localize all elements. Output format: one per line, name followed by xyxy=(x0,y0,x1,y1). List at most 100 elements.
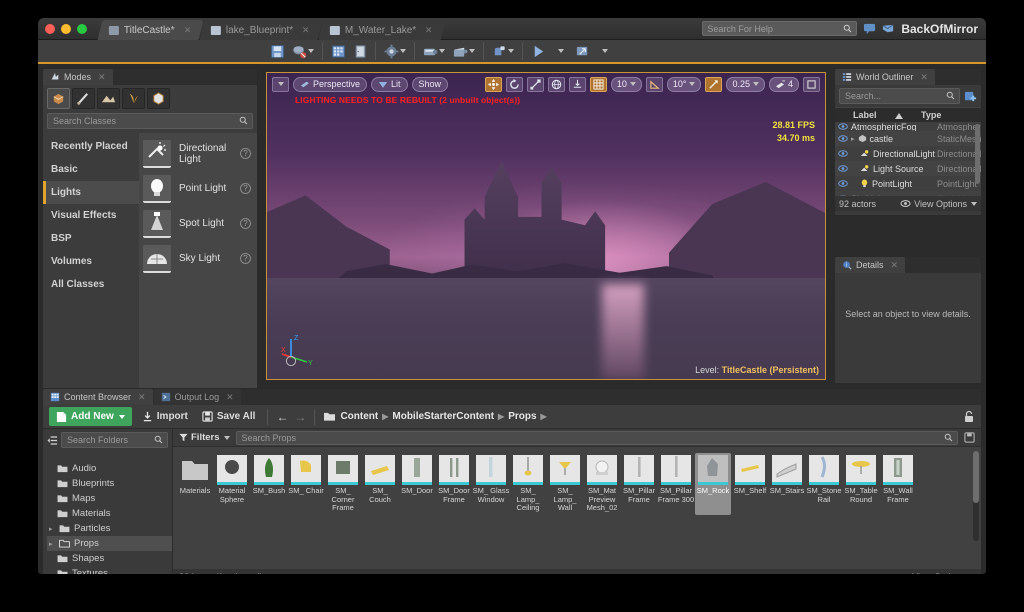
window-controls[interactable] xyxy=(45,24,87,34)
table-row[interactable]: AtmosphericFog AtmosphericFog xyxy=(835,122,981,131)
category-basic[interactable]: Basic xyxy=(43,158,139,181)
tab-modes[interactable]: Modes ✕ xyxy=(43,69,113,85)
minimize-window-button[interactable] xyxy=(61,24,71,34)
help-icon[interactable]: ? xyxy=(240,183,251,194)
asset-item-sm-pillar-frame-300[interactable]: SM_Pillar Frame 300 xyxy=(658,453,694,515)
viewport-render-area[interactable]: Perspective Lit Show 10 10° 0.25 4 LIGHT… xyxy=(266,72,826,380)
expand-arrow-icon[interactable]: ▸ xyxy=(851,135,855,143)
tree-item-shapes[interactable]: Shapes xyxy=(47,551,172,566)
outliner-view-options[interactable]: View Options xyxy=(900,199,977,209)
asset-item-sm-stone-rail[interactable]: SM_Stone Rail xyxy=(806,453,842,515)
grid-snap-toggle[interactable] xyxy=(589,76,607,92)
tree-item-maps[interactable]: Maps xyxy=(47,491,172,506)
search-folders-input[interactable]: Search Folders xyxy=(61,432,168,448)
asset-item-sm-door[interactable]: SM_Door xyxy=(399,453,435,515)
surface-snap-toggle[interactable] xyxy=(568,76,586,92)
column-header-type[interactable]: Type xyxy=(921,110,981,120)
expand-arrow-icon[interactable]: ▸ xyxy=(49,525,55,533)
save-search-icon[interactable] xyxy=(964,432,975,443)
camera-speed-value[interactable]: 4 xyxy=(768,76,799,92)
asset-scrollbar[interactable] xyxy=(973,451,979,541)
build-button[interactable] xyxy=(488,40,518,62)
lock-icon[interactable] xyxy=(963,410,975,423)
content-button[interactable] xyxy=(327,40,349,62)
viewport-options-menu[interactable] xyxy=(272,76,289,92)
paint-mode-button[interactable] xyxy=(72,87,95,109)
cinematics-button[interactable] xyxy=(449,40,479,62)
placeable-point-light[interactable]: Point Light ? xyxy=(139,171,257,206)
asset-item-sm-shelf[interactable]: SM_Shelf xyxy=(732,453,768,515)
maximize-viewport-button[interactable] xyxy=(803,76,820,92)
play-options-dropdown[interactable] xyxy=(549,40,571,62)
window-tab-m-water-lake[interactable]: M_Water_Lake* ✕ xyxy=(318,20,446,40)
close-icon[interactable]: ✕ xyxy=(920,72,928,83)
asset-item-sm-glass-window[interactable]: SM_ Glass Window xyxy=(473,453,509,515)
add-actor-icon[interactable] xyxy=(964,90,977,103)
play-button[interactable] xyxy=(527,40,549,62)
expand-arrow-icon[interactable]: ▸ xyxy=(49,540,55,548)
import-button[interactable]: Import xyxy=(138,411,192,422)
search-classes-input[interactable]: Search Classes xyxy=(47,113,253,129)
visibility-icon[interactable] xyxy=(835,194,851,196)
rotation-snap-value[interactable]: 10° xyxy=(666,76,702,92)
tree-item-audio[interactable]: Audio xyxy=(47,461,172,476)
asset-item-sm-lamp-ceiling[interactable]: SM_ Lamp_ Ceiling xyxy=(510,453,546,515)
chevron-down-icon[interactable] xyxy=(439,49,445,53)
close-window-button[interactable] xyxy=(45,24,55,34)
category-all-classes[interactable]: All Classes xyxy=(43,273,139,296)
table-row[interactable]: ▸ castle StaticMesh xyxy=(835,131,981,146)
view-mode-selector[interactable]: Perspective xyxy=(293,76,368,92)
visibility-icon[interactable] xyxy=(835,122,851,131)
asset-item-sm-wall-frame[interactable]: SM_Wall Frame xyxy=(880,453,916,515)
coordinate-space-toggle[interactable] xyxy=(547,76,565,92)
filters-button[interactable]: Filters xyxy=(179,432,230,443)
tree-item-blueprints[interactable]: Blueprints xyxy=(47,476,172,491)
select-translate-tool[interactable] xyxy=(484,76,502,92)
outliner-scrollbar[interactable] xyxy=(975,124,980,184)
asset-item-material-sphere[interactable]: Material Sphere xyxy=(214,453,250,515)
close-icon[interactable]: ✕ xyxy=(138,392,146,403)
settings-button[interactable] xyxy=(380,40,410,62)
tree-item-particles[interactable]: ▸ Particles xyxy=(47,521,172,536)
asset-item-sm-stairs[interactable]: SM_Stairs xyxy=(769,453,805,515)
collapse-tree-icon[interactable] xyxy=(47,435,58,446)
asset-item-sm-mat-preview-mesh-02[interactable]: SM_Mat Preview Mesh_02 xyxy=(584,453,620,515)
visibility-icon[interactable] xyxy=(835,164,851,174)
category-bsp[interactable]: BSP xyxy=(43,227,139,250)
geometry-mode-button[interactable] xyxy=(147,87,170,109)
user-name-label[interactable]: BackOfMirror xyxy=(901,22,978,36)
placeable-sky-light[interactable]: Sky Light ? xyxy=(139,241,257,276)
category-recently-placed[interactable]: Recently Placed xyxy=(43,135,139,158)
close-icon[interactable]: ✕ xyxy=(303,25,311,36)
help-icon[interactable]: ? xyxy=(240,148,251,159)
tab-details[interactable]: i Details ✕ xyxy=(835,257,906,273)
chevron-down-icon[interactable] xyxy=(557,49,564,53)
place-mode-button[interactable] xyxy=(47,87,70,109)
visibility-icon[interactable] xyxy=(835,179,851,189)
window-tab-lake-blueprint[interactable]: lake_Blueprint* ✕ xyxy=(199,20,323,40)
folder-tree[interactable]: Audio Blueprints Maps Materials ▸ Partic… xyxy=(43,451,172,574)
outliner-rows[interactable]: AtmosphericFog AtmosphericFog ▸ castle S… xyxy=(835,122,981,196)
column-header-label[interactable]: Label xyxy=(835,110,921,120)
breadcrumb-content[interactable]: Content xyxy=(340,411,378,422)
asset-item-sm-rock[interactable]: SM_Rock xyxy=(695,453,731,515)
foliage-mode-button[interactable] xyxy=(122,87,145,109)
tree-item-props[interactable]: ▸ Props xyxy=(47,536,172,551)
chevron-down-icon[interactable] xyxy=(308,49,314,53)
help-icon[interactable]: ? xyxy=(240,218,251,229)
category-lights[interactable]: Lights xyxy=(43,181,139,204)
chevron-down-icon[interactable] xyxy=(469,49,475,53)
feedback-icon[interactable] xyxy=(863,23,876,35)
content-view-options[interactable]: View Options xyxy=(898,572,975,574)
back-button[interactable]: ← xyxy=(276,410,288,424)
tab-world-outliner[interactable]: World Outliner ✕ xyxy=(835,69,935,85)
asset-item-sm-table-round[interactable]: SM_Table Round xyxy=(843,453,879,515)
tree-item-textures[interactable]: Textures xyxy=(47,566,172,574)
blueprints-button[interactable] xyxy=(419,40,449,62)
close-icon[interactable]: ✕ xyxy=(98,72,106,83)
tree-item-partial[interactable] xyxy=(47,453,172,461)
chevron-down-icon[interactable] xyxy=(601,49,608,53)
save-current-button[interactable] xyxy=(266,40,288,62)
help-search-input[interactable]: Search For Help xyxy=(702,21,858,36)
launch-options-dropdown[interactable] xyxy=(593,40,615,62)
